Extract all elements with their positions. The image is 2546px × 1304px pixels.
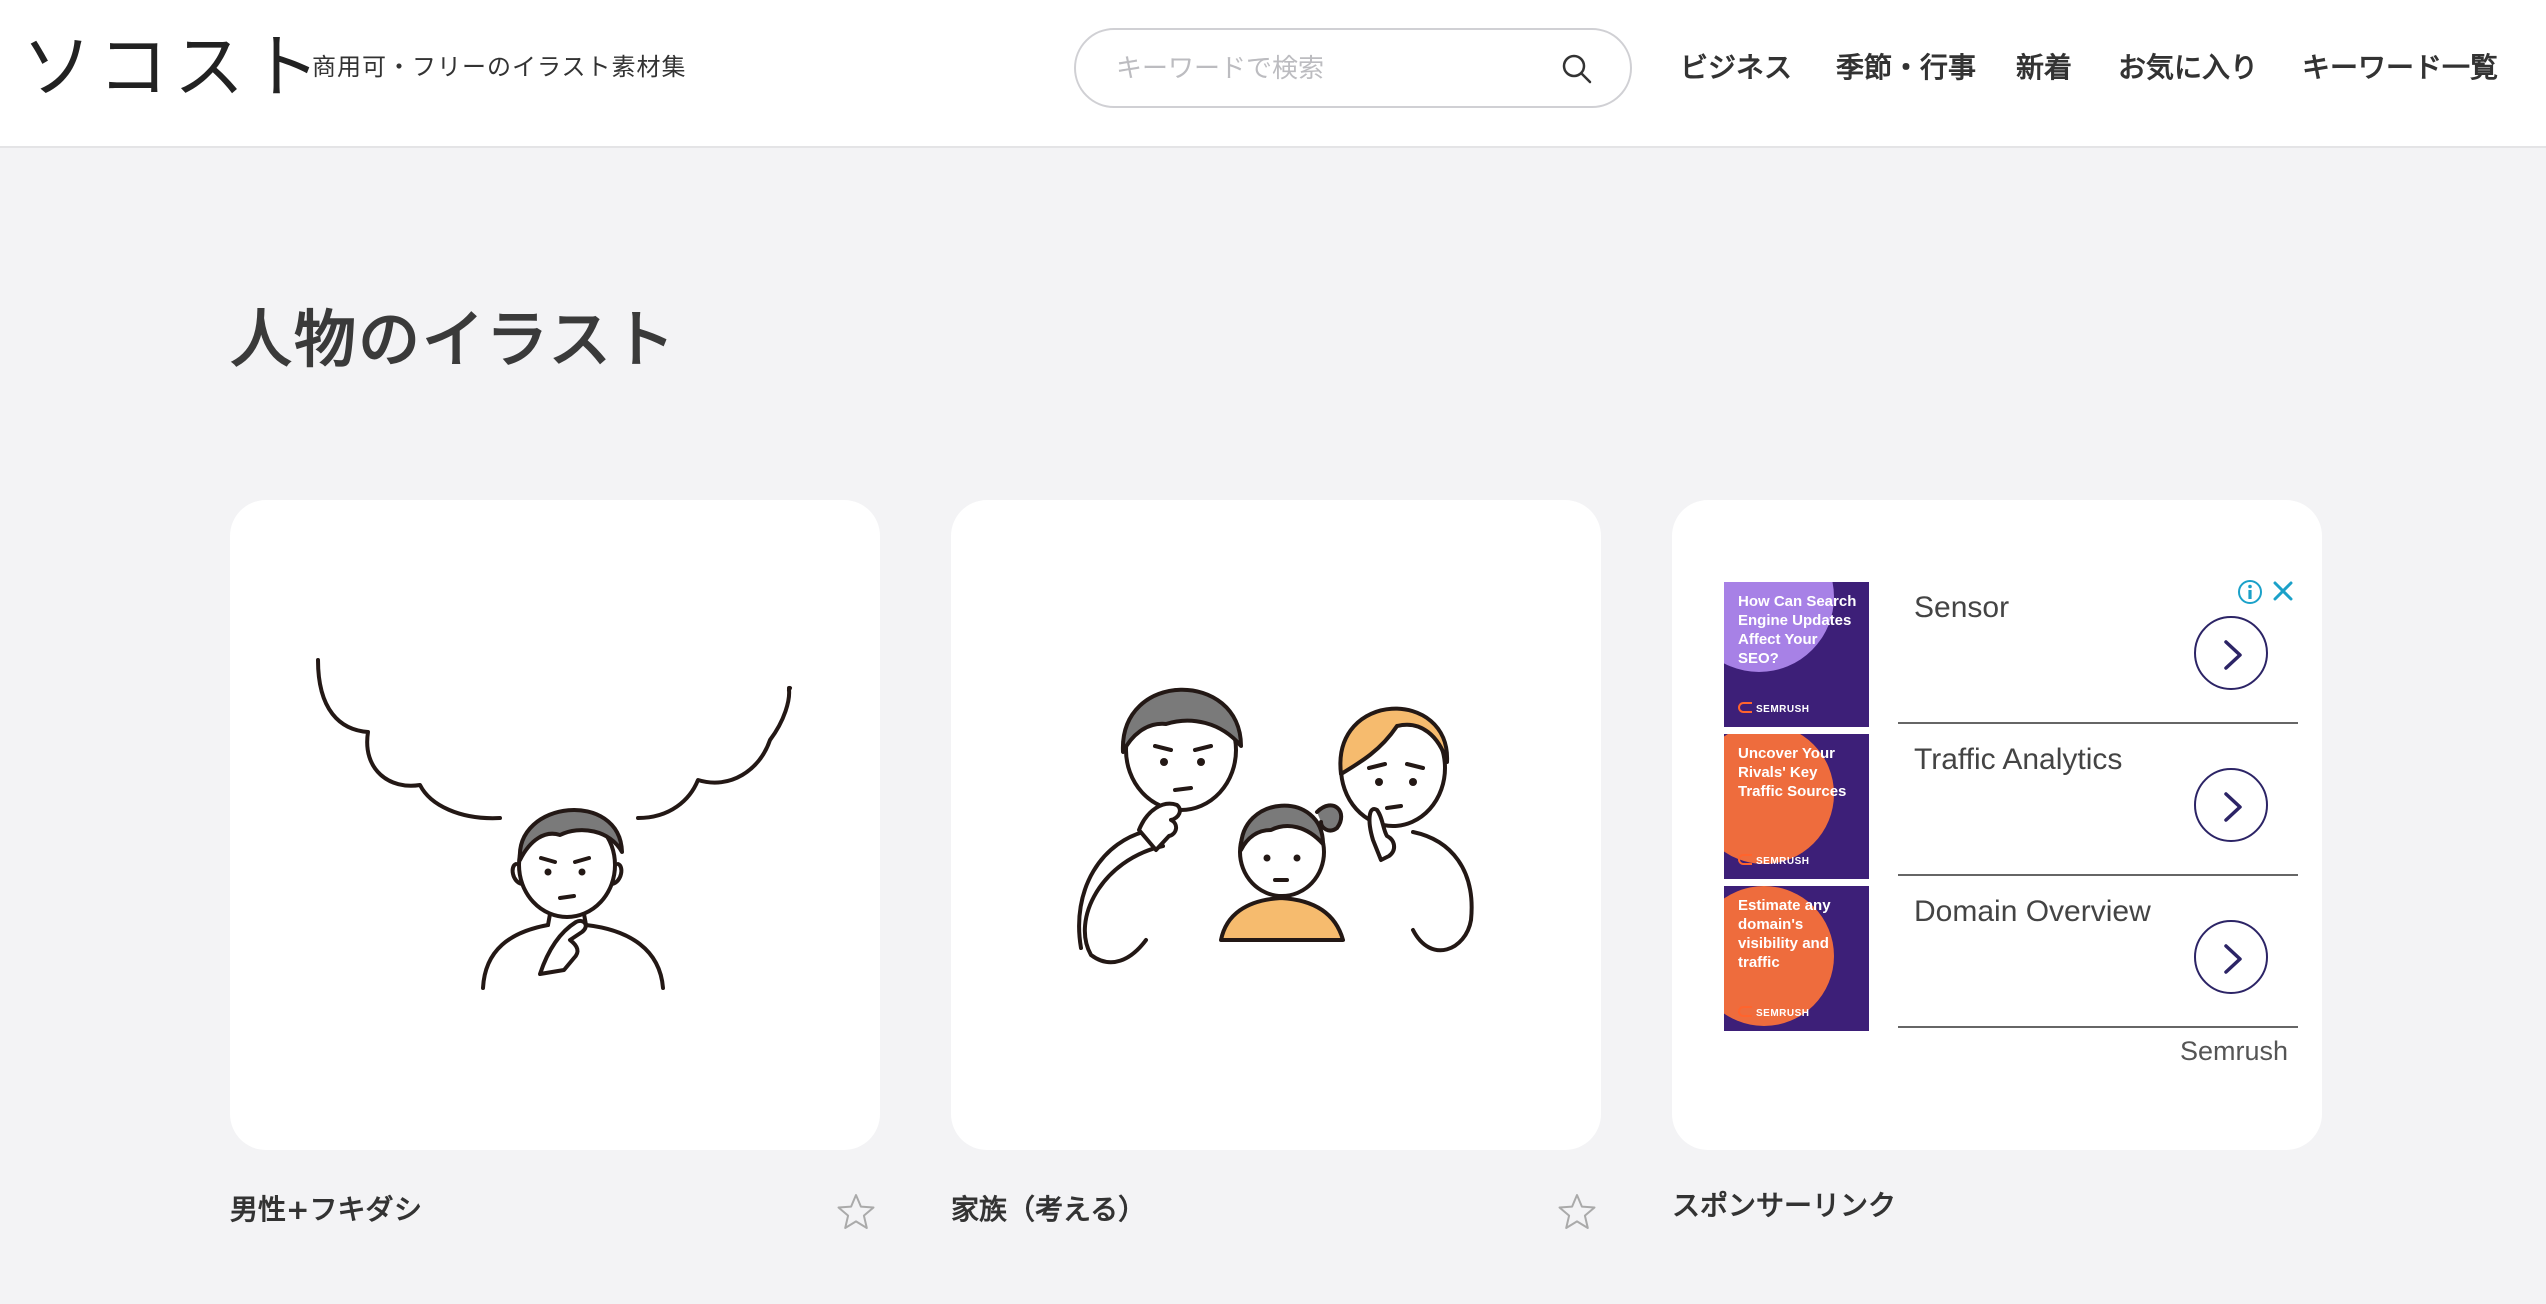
- sponsored-ad-card: How Can Search Engine Updates Affect You…: [1672, 500, 2322, 1150]
- ad-arrow-button[interactable]: [2194, 920, 2268, 994]
- site-tagline: 商用可・フリーのイラスト素材集: [312, 53, 687, 81]
- ad-thumbnail-text: How Can Search Engine Updates Affect You…: [1738, 593, 1857, 667]
- search-icon[interactable]: [1560, 52, 1594, 86]
- ad-item[interactable]: How Can Search Engine Updates Affect You…: [1724, 582, 2298, 728]
- ad-thumbnail-text: Estimate any domain's visibility and tra…: [1738, 897, 1831, 971]
- nav-business[interactable]: ビジネス: [1680, 48, 1792, 88]
- ad-thumbnail[interactable]: Uncover Your Rivals' Key Traffic Sources…: [1724, 734, 1869, 879]
- semrush-logo: SEMRUSH: [1738, 854, 1810, 867]
- ad-arrow-button[interactable]: [2194, 616, 2268, 690]
- ad-thumbnail-text: Uncover Your Rivals' Key Traffic Sources: [1738, 745, 1847, 800]
- divider: [1898, 874, 2298, 876]
- illustration-card-man-bubble[interactable]: [230, 500, 880, 1150]
- favorite-star-icon[interactable]: [836, 1192, 876, 1232]
- nav-new[interactable]: 新着: [2016, 48, 2072, 88]
- ad-arrow-button[interactable]: [2194, 768, 2268, 842]
- man-thought-bubble-illustration: [316, 658, 792, 990]
- illustration-card-family-thinking[interactable]: [951, 500, 1601, 1150]
- divider: [1898, 722, 2298, 724]
- card-caption[interactable]: 男性+フキダシ: [230, 1190, 422, 1230]
- nav-keyword-list[interactable]: キーワード一覧: [2302, 48, 2498, 88]
- ad-title[interactable]: Traffic Analytics: [1914, 740, 2122, 780]
- chevron-right-icon: [2224, 792, 2242, 822]
- ad-thumbnail[interactable]: How Can Search Engine Updates Affect You…: [1724, 582, 1869, 727]
- ad-thumbnail[interactable]: Estimate any domain's visibility and tra…: [1724, 886, 1869, 1031]
- site-logo[interactable]: ソコスト: [22, 22, 326, 112]
- ad-advertiser-name[interactable]: Semrush: [2180, 1036, 2288, 1067]
- nav-favorites[interactable]: お気に入り: [2118, 48, 2258, 88]
- semrush-logo: SEMRUSH: [1738, 702, 1810, 715]
- sponsored-link-label: スポンサーリンク: [1672, 1189, 1897, 1222]
- chevron-right-icon: [2224, 640, 2242, 670]
- card-caption[interactable]: 家族（考える）: [951, 1190, 1146, 1230]
- family-thinking-illustration: [1077, 687, 1474, 965]
- site-header: ソコスト 商用可・フリーのイラスト素材集 ビジネス 季節・行事 新着 お気に入り…: [0, 0, 2546, 148]
- page-title: 人物のイラスト: [230, 303, 677, 376]
- search-input[interactable]: [1114, 48, 1538, 90]
- ad-item[interactable]: Estimate any domain's visibility and tra…: [1724, 886, 2298, 1032]
- divider: [1898, 1026, 2298, 1028]
- ad-title[interactable]: Sensor: [1914, 588, 2009, 628]
- search-box[interactable]: [1074, 28, 1632, 108]
- chevron-right-icon: [2224, 944, 2242, 974]
- ad-title[interactable]: Domain Overview: [1914, 892, 2151, 932]
- ad-item[interactable]: Uncover Your Rivals' Key Traffic Sources…: [1724, 734, 2298, 880]
- semrush-logo: SEMRUSH: [1738, 1006, 1810, 1019]
- favorite-star-icon[interactable]: [1557, 1192, 1597, 1232]
- nav-season-events[interactable]: 季節・行事: [1836, 48, 1976, 88]
